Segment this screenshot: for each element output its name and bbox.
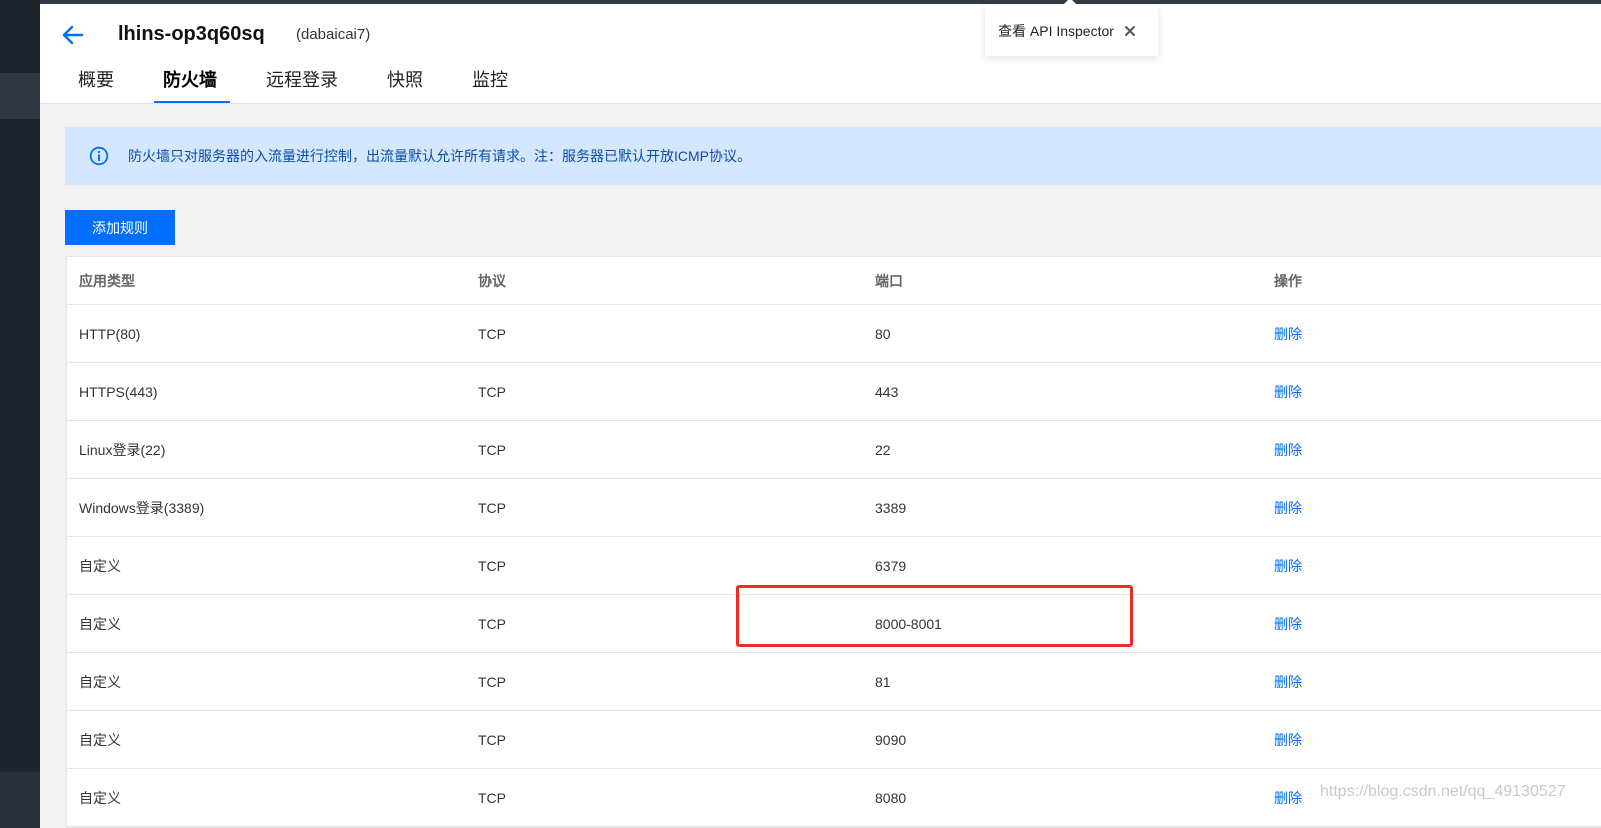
cell-protocol: TCP — [478, 557, 506, 574]
table-row: 自定义 TCP 6379 删除 — [67, 537, 1601, 595]
sidebar-active-item[interactable] — [0, 73, 40, 119]
tab-firewall[interactable]: 防火墙 — [154, 66, 230, 103]
cell-port: 81 — [875, 673, 891, 690]
cell-protocol: TCP — [478, 731, 506, 748]
cell-port: 3389 — [875, 499, 907, 516]
cell-protocol: TCP — [478, 383, 506, 400]
cell-app-type: 自定义 — [79, 673, 121, 690]
cell-app-type: HTTP(80) — [79, 325, 141, 342]
firewall-rules-table: 应用类型 协议 端口 操作 HTTP(80) TCP 80 删除 HTTPS(4… — [66, 256, 1601, 828]
header-port: 端口 — [875, 272, 903, 289]
delete-link[interactable]: 删除 — [1274, 384, 1302, 400]
cell-port: 8000-8001 — [875, 615, 942, 632]
delete-link[interactable]: 删除 — [1274, 326, 1302, 342]
cell-port: 6379 — [875, 557, 907, 574]
back-arrow-icon[interactable] — [62, 24, 84, 46]
api-inspector-popover: 查看 API Inspector — [985, 6, 1158, 56]
cell-protocol: TCP — [478, 499, 506, 516]
table-row: HTTPS(443) TCP 443 删除 — [67, 363, 1601, 421]
sidebar-bottom-item[interactable] — [0, 772, 40, 828]
cell-app-type: 自定义 — [79, 789, 121, 806]
delete-link[interactable]: 删除 — [1274, 442, 1302, 458]
cell-port: 22 — [875, 441, 891, 458]
table-row: HTTP(80) TCP 80 删除 — [67, 305, 1601, 363]
cell-port: 80 — [875, 325, 891, 342]
table-header-row: 应用类型 协议 端口 操作 — [67, 257, 1601, 305]
cell-app-type: 自定义 — [79, 557, 121, 574]
table-row: Windows登录(3389) TCP 3389 删除 — [67, 479, 1601, 537]
delete-link[interactable]: 删除 — [1274, 616, 1302, 632]
delete-link[interactable]: 删除 — [1274, 674, 1302, 690]
table-row: 自定义 TCP 9090 删除 — [67, 711, 1601, 769]
table-row: Linux登录(22) TCP 22 删除 — [67, 421, 1601, 479]
cell-protocol: TCP — [478, 789, 506, 806]
delete-link[interactable]: 删除 — [1274, 732, 1302, 748]
api-inspector-link[interactable]: 查看 API Inspector — [998, 21, 1114, 41]
page-header: lhins-op3q60sq (dabaicai7) 概要 防火墙 远程登录 快… — [40, 4, 1601, 104]
delete-link[interactable]: 删除 — [1274, 558, 1302, 574]
instance-alias: (dabaicai7) — [296, 26, 371, 43]
cell-protocol: TCP — [478, 325, 506, 342]
instance-name: lhins-op3q60sq — [118, 23, 265, 45]
tab-remote-login[interactable]: 远程登录 — [265, 66, 339, 103]
notice-text: 防火墙只对服务器的入流量进行控制，出流量默认允许所有请求。注：服务器已默认开放I… — [128, 148, 751, 164]
cell-port: 8080 — [875, 789, 907, 806]
table-row: 自定义 TCP 8000-8001 删除 — [67, 595, 1601, 653]
info-icon — [89, 146, 109, 166]
header-app-type: 应用类型 — [79, 272, 135, 289]
tab-bar: 概要 防火墙 远程登录 快照 监控 — [77, 66, 556, 103]
cell-port: 443 — [875, 383, 899, 400]
delete-link[interactable]: 删除 — [1274, 790, 1302, 806]
cell-app-type: HTTPS(443) — [79, 383, 158, 400]
add-rule-button[interactable]: 添加规则 — [65, 210, 175, 245]
close-icon[interactable] — [1124, 25, 1136, 37]
tab-monitor[interactable]: 监控 — [471, 66, 509, 103]
table-row: 自定义 TCP 81 删除 — [67, 653, 1601, 711]
cell-protocol: TCP — [478, 441, 506, 458]
cell-app-type: Windows登录(3389) — [79, 499, 205, 516]
header-protocol: 协议 — [478, 272, 506, 289]
cell-protocol: TCP — [478, 615, 506, 632]
cell-app-type: 自定义 — [79, 731, 121, 748]
tab-overview[interactable]: 概要 — [77, 66, 115, 103]
tab-snapshot[interactable]: 快照 — [386, 66, 424, 103]
cell-app-type: Linux登录(22) — [79, 441, 166, 458]
cell-protocol: TCP — [478, 673, 506, 690]
watermark: https://blog.csdn.net/qq_49130527 — [1320, 783, 1566, 800]
cell-port: 9090 — [875, 731, 907, 748]
info-notice: 防火墙只对服务器的入流量进行控制，出流量默认允许所有请求。注：服务器已默认开放I… — [65, 127, 1601, 185]
cell-app-type: 自定义 — [79, 615, 121, 632]
sidebar — [0, 0, 40, 828]
header-action: 操作 — [1274, 272, 1302, 289]
delete-link[interactable]: 删除 — [1274, 500, 1302, 516]
